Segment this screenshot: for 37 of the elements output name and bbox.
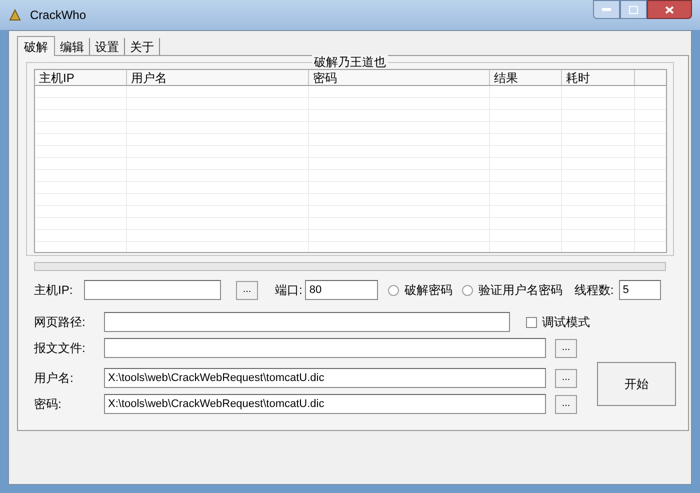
- field-label: 用户名:: [34, 370, 74, 387]
- maximize-button[interactable]: [620, 0, 647, 19]
- browse-button[interactable]: ...: [555, 368, 577, 388]
- field-label: 报文文件:: [34, 340, 86, 357]
- close-button[interactable]: [647, 0, 692, 19]
- tab[interactable]: 破解: [17, 36, 55, 56]
- browse-button[interactable]: ...: [555, 394, 577, 414]
- port-field[interactable]: 80: [305, 280, 378, 300]
- close-icon: [665, 6, 674, 14]
- host-ip-field[interactable]: [84, 280, 221, 300]
- start-button[interactable]: 开始: [597, 362, 676, 406]
- username-file-field[interactable]: X:\tools\web\CrackWebRequest\tomcatU.dic: [104, 368, 546, 388]
- browse-button[interactable]: ...: [236, 280, 258, 300]
- column-header[interactable]: 结果: [490, 70, 562, 85]
- minimize-button[interactable]: [593, 0, 620, 19]
- field-label: 密码:: [34, 396, 62, 413]
- field-label: 端口:: [275, 282, 302, 299]
- maximize-icon: [629, 6, 638, 14]
- column-header[interactable]: 密码: [309, 70, 490, 85]
- field-label: 主机IP:: [34, 282, 74, 299]
- group-title: 破解乃王道也: [312, 55, 388, 69]
- password-file-field[interactable]: X:\tools\web\CrackWebRequest\tomcatU.dic: [104, 394, 546, 414]
- column-header[interactable]: 主机IP: [35, 70, 127, 85]
- debug-checkbox[interactable]: 调试模式: [526, 313, 590, 331]
- field-label: 网页路径:: [34, 314, 86, 331]
- url-path-field[interactable]: [104, 312, 510, 332]
- app-icon: [8, 8, 22, 22]
- packet-file-field[interactable]: [104, 338, 546, 358]
- field-label: 线程数:: [574, 282, 614, 299]
- browse-button[interactable]: ...: [555, 338, 577, 358]
- threads-field[interactable]: 5: [618, 280, 661, 300]
- radio-option[interactable]: 验证用户名密码: [462, 281, 562, 299]
- minimize-icon: [602, 8, 611, 11]
- radio-option[interactable]: 破解密码: [388, 281, 452, 299]
- column-header[interactable]: 用户名: [127, 70, 309, 85]
- column-header[interactable]: 耗时: [562, 70, 635, 85]
- window-title: CrackWho: [30, 7, 86, 24]
